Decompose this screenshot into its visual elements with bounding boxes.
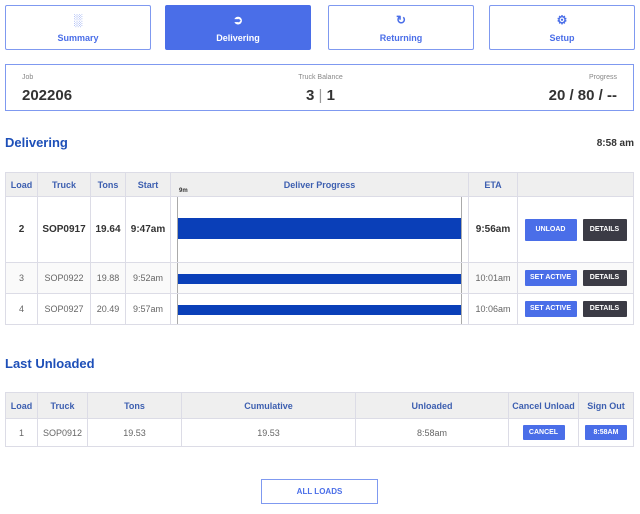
progress-scale-label: 9m [179, 188, 188, 194]
delivering-table: Load Truck Tons Start Deliver Progress 9m… [5, 172, 634, 325]
last-unloaded-heading: Last Unloaded [5, 356, 95, 371]
table-row: 3 SOP0922 19.88 9:52am 10:01am SET ACTIVE DE… [5, 262, 634, 294]
deliver-progress-fill [178, 274, 461, 284]
table-row: 2 SOP0917 19.64 9:47am 9:56am UNLOAD DETAILS [5, 196, 634, 263]
deliver-progress-bar [177, 294, 462, 324]
deliver-progress-fill [178, 305, 461, 315]
job-info-panel: Job 202206 Truck Balance 3 | 1 Progress … [5, 64, 634, 111]
return-icon: ↻ [395, 13, 407, 27]
delivering-heading: Delivering [5, 135, 68, 150]
truck-balance: 3 | 1 [306, 87, 335, 104]
tab-setup[interactable]: ⚙ Setup [489, 5, 635, 50]
tab-returning[interactable]: ↻ Returning [328, 5, 474, 50]
bar-chart-icon: ░ [73, 13, 83, 27]
last-unloaded-table: Load Truck Tons Cumulative Unloaded Canc… [5, 392, 634, 447]
unload-button[interactable]: UNLOAD [524, 218, 577, 241]
deliver-progress-fill [178, 218, 461, 239]
set-active-button[interactable]: SET ACTIVE [524, 301, 577, 317]
deliver-progress-bar [177, 263, 462, 293]
all-loads-button[interactable]: ALL LOADS [261, 479, 378, 504]
progress-label: Progress [588, 74, 617, 81]
table-header: Load Truck Tons Start Deliver Progress 9m… [5, 172, 634, 197]
set-active-button[interactable]: SET ACTIVE [524, 270, 577, 286]
tab-summary[interactable]: ░ Summary [5, 5, 151, 50]
details-button[interactable]: DETAILS [582, 218, 627, 241]
sign-out-button[interactable]: 8:58AM [585, 425, 627, 440]
details-button[interactable]: DETAILS [582, 270, 627, 286]
arrow-circle-icon: ➲ [232, 13, 244, 27]
progress-value: 20 / 80 / -- [548, 87, 617, 104]
current-time: 8:58 am [596, 138, 634, 149]
table-header: Load Truck Tons Cumulative Unloaded Canc… [5, 392, 634, 419]
gear-icon: ⚙ [556, 13, 568, 27]
truck-balance-label: Truck Balance [298, 74, 343, 81]
tab-delivering[interactable]: ➲ Delivering [165, 5, 311, 50]
cancel-unload-button[interactable]: CANCEL [522, 425, 565, 440]
table-row: 1 SOP0912 19.53 19.53 8:58am CANCEL 8:58AM [5, 418, 634, 447]
details-button[interactable]: DETAILS [582, 301, 627, 317]
deliver-progress-bar [177, 197, 462, 262]
table-row: 4 SOP0927 20.49 9:57am 10:06am SET ACTIVE DE… [5, 293, 634, 325]
